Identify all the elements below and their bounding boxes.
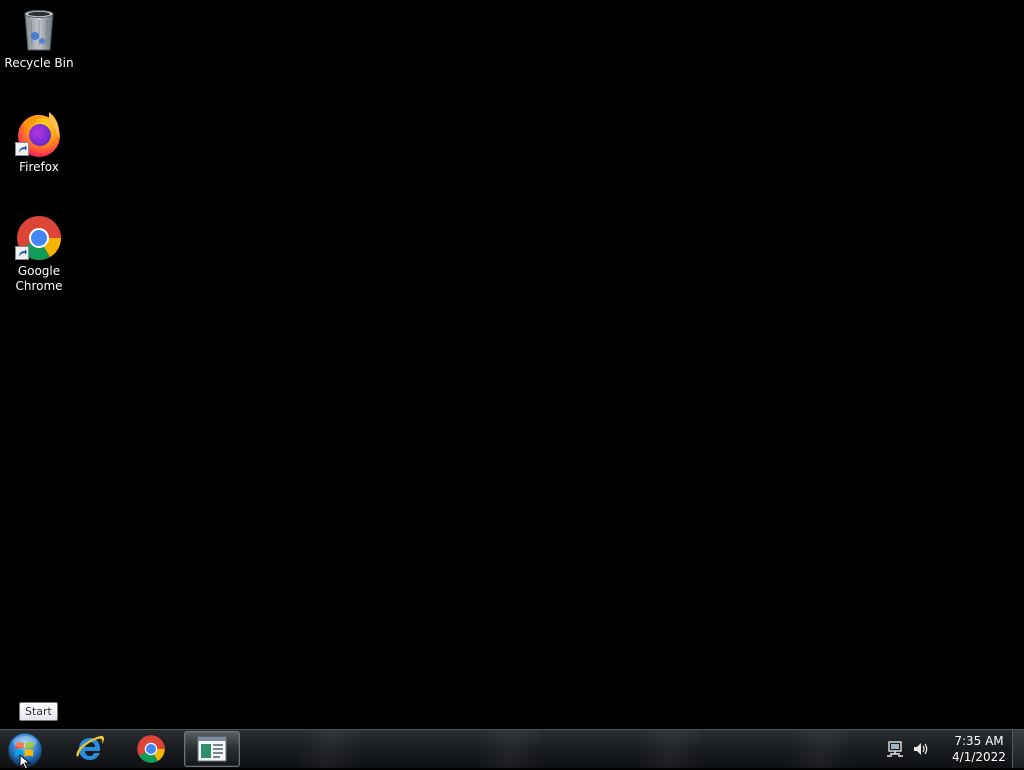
desktop-icon-firefox[interactable]: Firefox (4, 110, 74, 175)
taskbar-streak (300, 730, 360, 768)
show-desktop-button[interactable] (1012, 730, 1024, 768)
start-tooltip: Start (19, 702, 58, 721)
desktop-icon-label: Google Chrome (15, 264, 63, 293)
taskbar[interactable]: 7:35 AM 4/1/2022 (0, 729, 1024, 768)
network-icon[interactable] (886, 740, 904, 758)
recycle-bin-icon (15, 6, 63, 54)
clock-time: 7:35 AM (954, 734, 1004, 748)
volume-icon[interactable] (912, 740, 930, 758)
firefox-icon (15, 110, 63, 158)
shortcut-arrow-icon (15, 246, 29, 260)
taskbar-clock[interactable]: 7:35 AM 4/1/2022 (948, 733, 1010, 765)
desktop-icon-label: Recycle Bin (4, 56, 74, 70)
taskbar-window-button[interactable] (184, 731, 240, 767)
desktop-icon-label: Firefox (19, 160, 59, 174)
desktop-icon-google-chrome[interactable]: Google Chrome (4, 214, 74, 294)
taskbar-internet-explorer-button[interactable] (62, 731, 118, 767)
taskbar-streak (480, 730, 540, 768)
desktop-icon-recycle-bin[interactable]: Recycle Bin (4, 6, 74, 71)
window-app-icon (197, 736, 227, 762)
clock-date: 4/1/2022 (952, 750, 1006, 764)
taskbar-chrome-button[interactable] (123, 731, 179, 767)
internet-explorer-icon (76, 735, 105, 760)
taskbar-streak (640, 730, 700, 768)
desktop[interactable]: Recycle Bin Firefox Google Chrome (0, 0, 1024, 729)
system-tray: 7:35 AM 4/1/2022 (886, 730, 1010, 768)
chrome-icon (15, 214, 63, 262)
shortcut-arrow-icon (15, 142, 29, 156)
taskbar-streak (790, 730, 850, 768)
chrome-icon (137, 735, 165, 763)
